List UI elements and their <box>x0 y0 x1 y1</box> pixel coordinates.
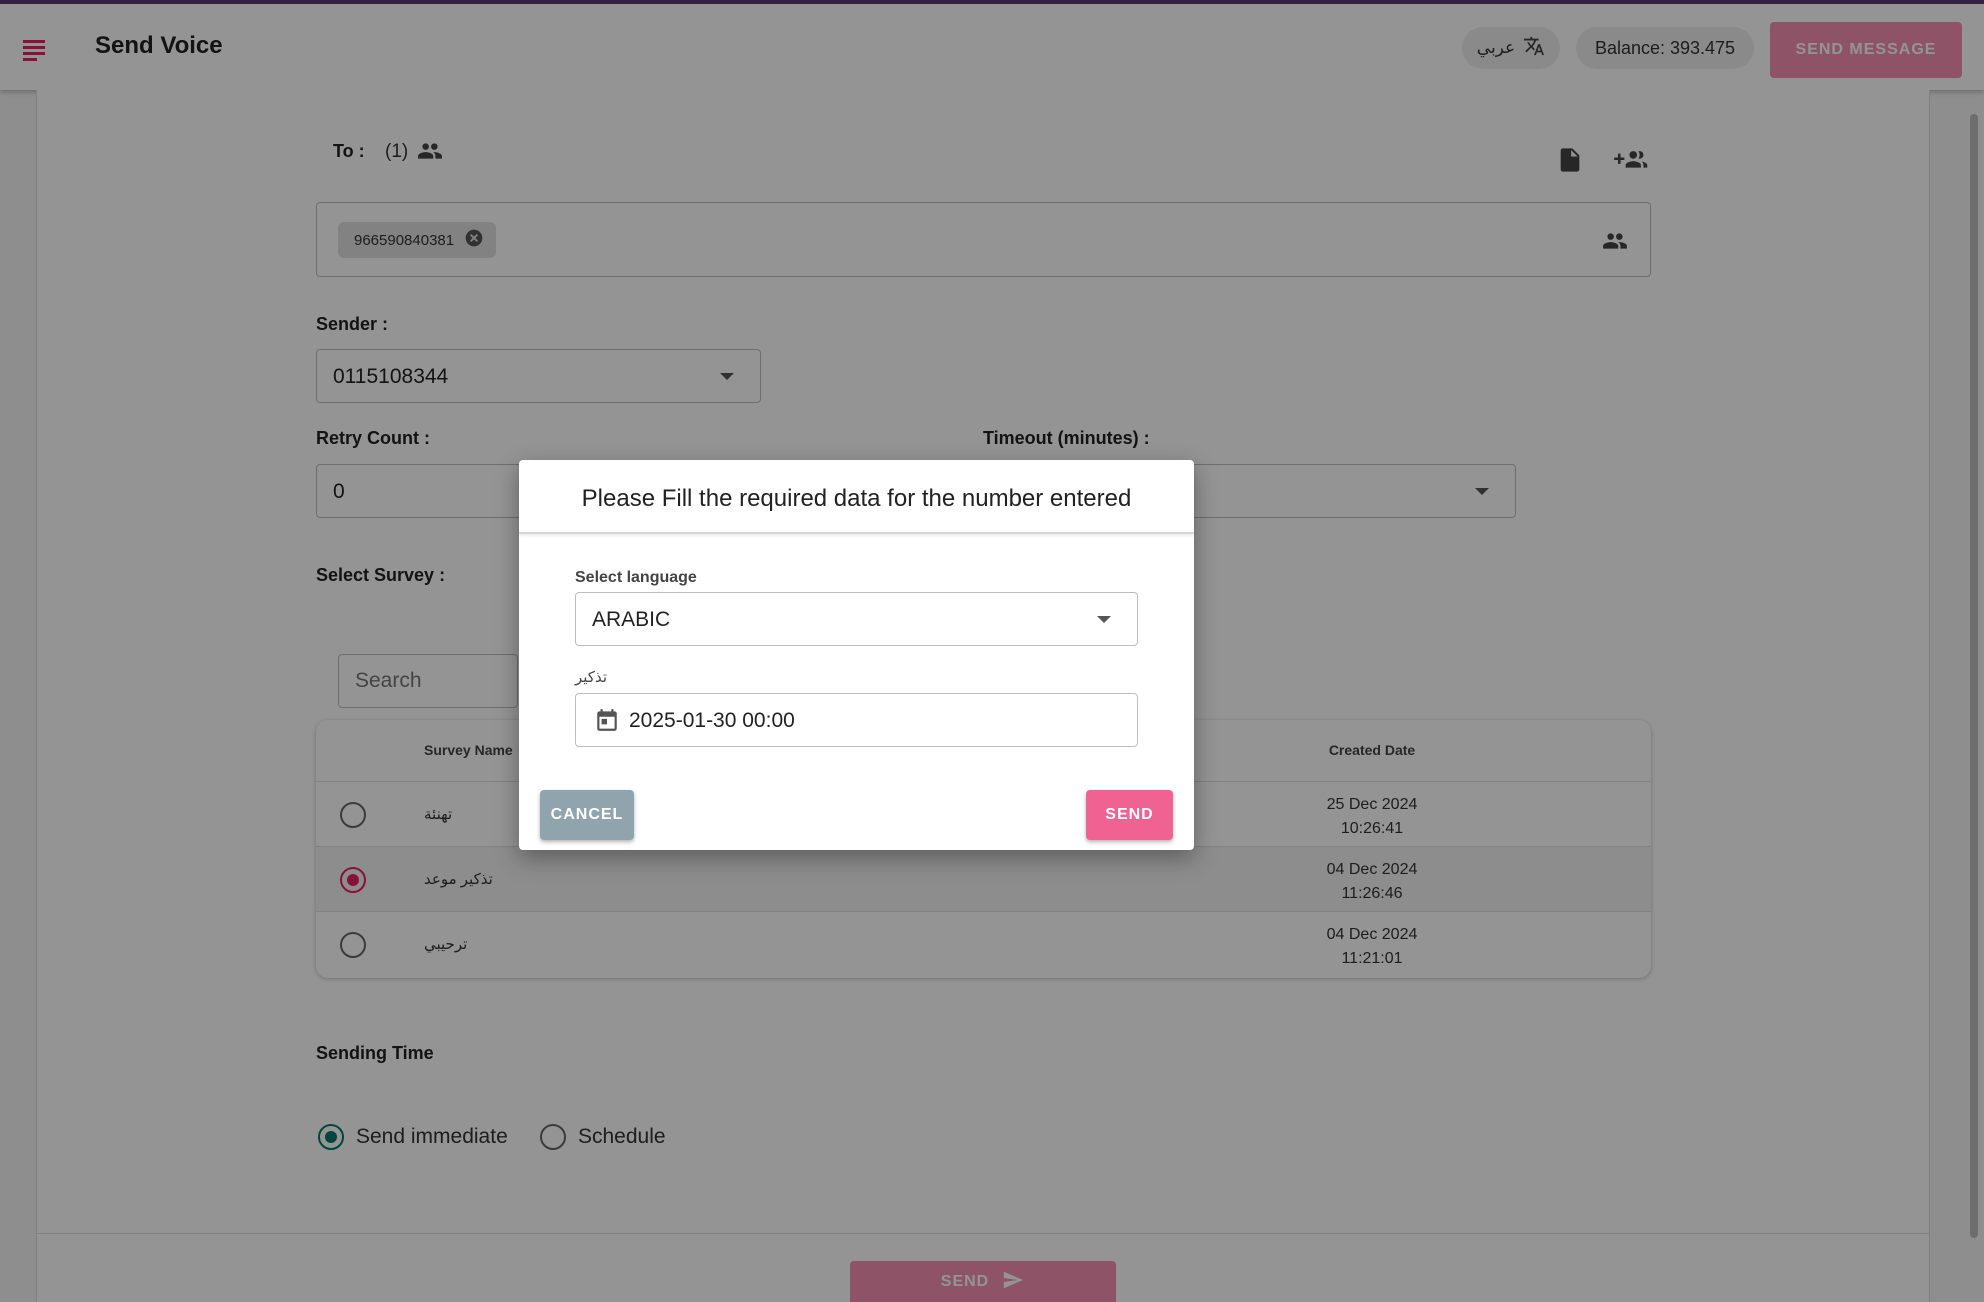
required-data-dialog: Please Fill the required data for the nu… <box>519 460 1194 850</box>
calendar-icon[interactable] <box>594 707 620 738</box>
cancel-button[interactable]: CANCEL <box>540 790 634 840</box>
dialog-title: Please Fill the required data for the nu… <box>519 460 1194 534</box>
dialog-send-button[interactable]: SEND <box>1086 790 1173 840</box>
select-language-label: Select language <box>575 569 697 586</box>
language-value: ARABIC <box>592 608 671 631</box>
language-select[interactable]: ARABIC <box>575 592 1138 646</box>
reminder-value: 2025-01-30 00:00 <box>629 709 795 732</box>
dropdown-caret-icon <box>1097 616 1111 623</box>
reminder-datetime-input[interactable]: 2025-01-30 00:00 <box>575 693 1138 747</box>
reminder-label: تذكير <box>575 669 607 686</box>
